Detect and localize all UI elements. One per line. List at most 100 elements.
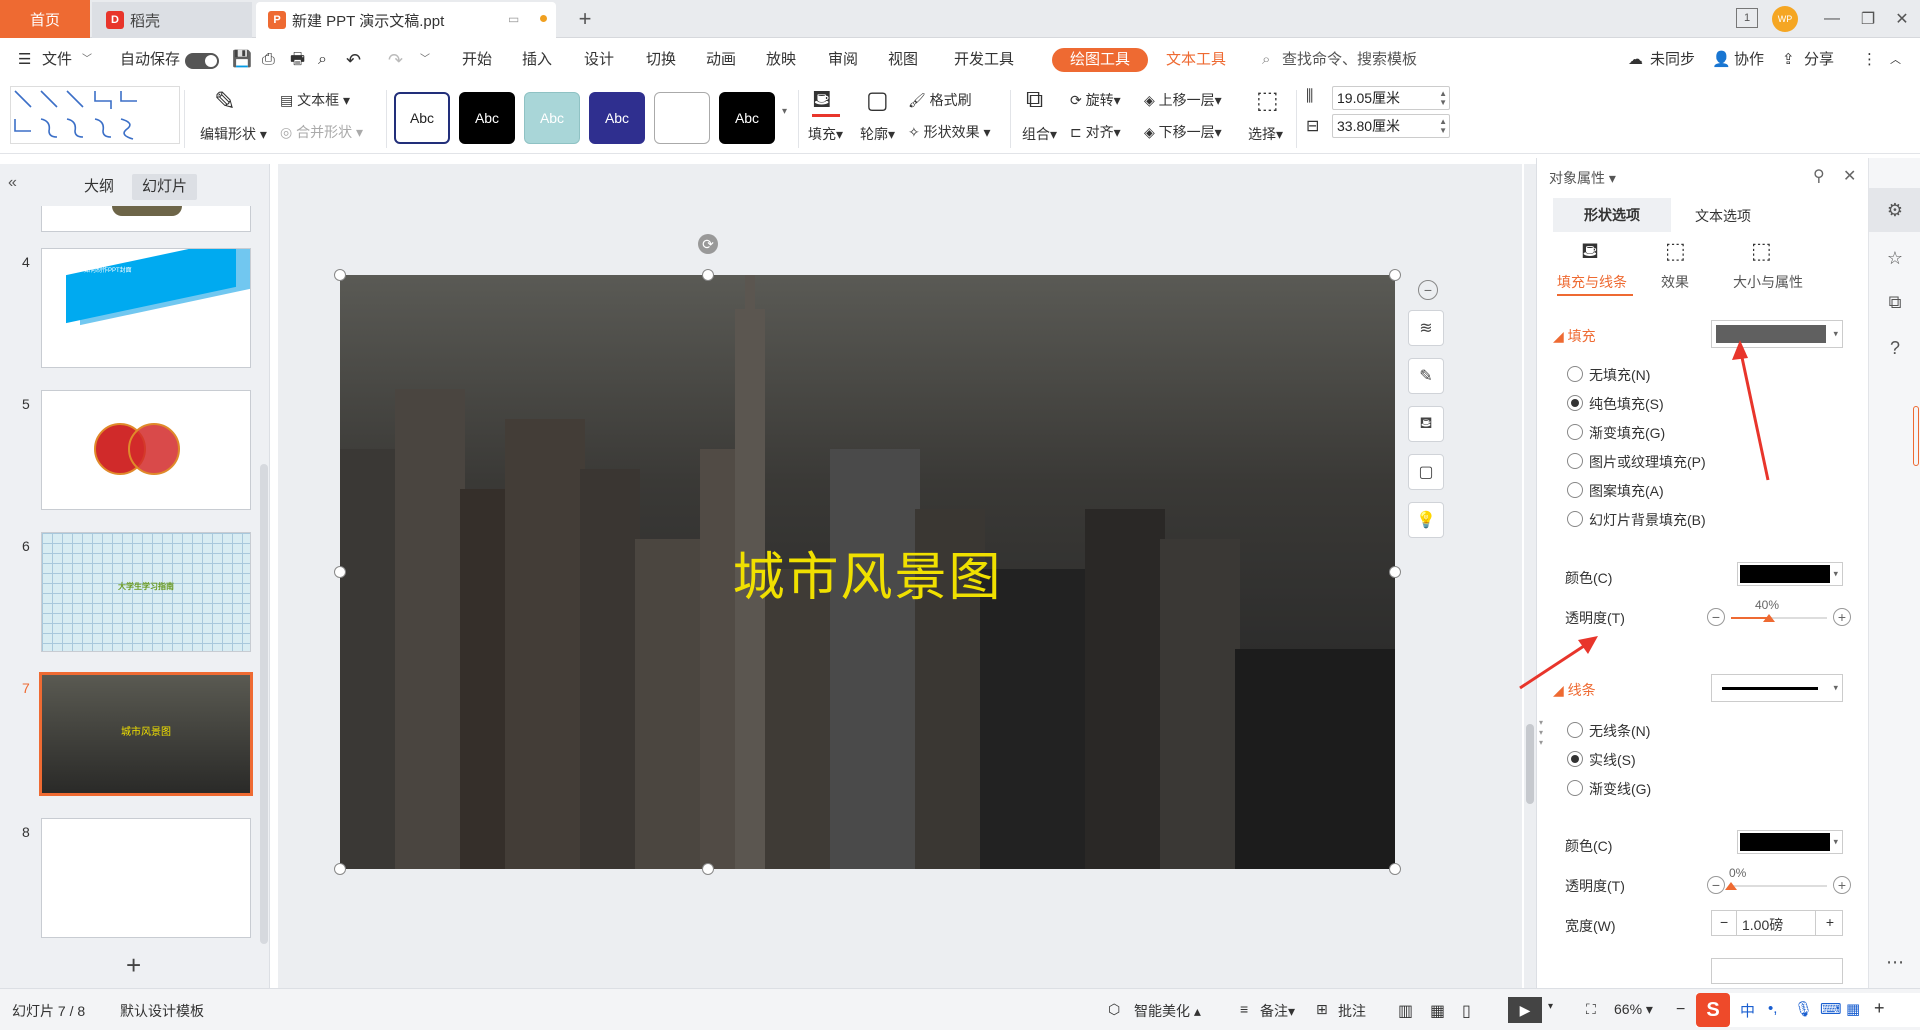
- width-value[interactable]: 1.00磅: [1742, 915, 1783, 935]
- slide-thumb-5[interactable]: [41, 390, 251, 510]
- shape-style-3[interactable]: Abc: [524, 92, 580, 144]
- fill-button[interactable]: 填充▾: [808, 124, 843, 144]
- idea-icon[interactable]: 💡: [1408, 502, 1444, 538]
- line-shapes-icon[interactable]: [11, 87, 171, 143]
- tab-text-options[interactable]: 文本选项: [1695, 206, 1751, 226]
- share-icon[interactable]: ⇪: [1782, 48, 1795, 72]
- fill-icon[interactable]: ⛾: [1408, 406, 1444, 442]
- scroll-thumb[interactable]: [1526, 724, 1534, 804]
- left-scrollbar[interactable]: [260, 464, 268, 944]
- rotate-handle-icon[interactable]: ⟳: [698, 234, 718, 254]
- shape-effect-button[interactable]: ✧ 形状效果 ▾: [908, 122, 991, 142]
- slide-7[interactable]: 城市风景图: [340, 275, 1395, 869]
- subtab-effect[interactable]: 效果: [1661, 272, 1689, 292]
- slide-thumb-3[interactable]: [41, 206, 251, 232]
- fill-bucket-icon[interactable]: ⛾: [812, 86, 832, 116]
- send-backward-button[interactable]: ◈ 下移一层▾: [1144, 122, 1222, 142]
- slide-thumb-7[interactable]: 城市风景图: [39, 672, 253, 796]
- punctuation-icon[interactable]: •,: [1768, 1000, 1777, 1017]
- tab-outline[interactable]: 大纲: [74, 174, 124, 200]
- edit-shape-button[interactable]: 编辑形状 ▾: [200, 124, 267, 144]
- merge-shape-button[interactable]: ◎ 合并形状 ▾: [280, 122, 363, 142]
- comments-button[interactable]: 批注: [1338, 1001, 1366, 1021]
- menu-drawing-tools[interactable]: 绘图工具: [1052, 48, 1149, 72]
- preview-icon[interactable]: ⌕: [318, 48, 327, 72]
- height-input[interactable]: 19.05厘米 ▲ ▼: [1332, 86, 1450, 110]
- microphone-icon[interactable]: 🎙: [1794, 1000, 1813, 1018]
- format-painter-button[interactable]: 🖌 格式刷: [908, 90, 972, 110]
- user-avatar[interactable]: WP: [1772, 6, 1798, 32]
- panel-close-icon[interactable]: ✕: [1843, 166, 1856, 186]
- tab-shape-options[interactable]: 形状选项: [1553, 198, 1671, 232]
- shape-style-2[interactable]: Abc: [459, 92, 515, 144]
- width-increase-icon[interactable]: +: [1826, 914, 1834, 930]
- tab-home[interactable]: 首页: [0, 0, 90, 38]
- resize-handle-se[interactable]: [1389, 863, 1401, 875]
- keyboard-icon[interactable]: ⌨: [1820, 1000, 1842, 1018]
- radio-gradient-line[interactable]: [1567, 780, 1583, 796]
- pen-icon[interactable]: ✎: [1408, 358, 1444, 394]
- hamburger-icon[interactable]: ☰: [18, 48, 31, 72]
- group-button[interactable]: 组合▾: [1022, 124, 1057, 144]
- page-badge-icon[interactable]: 1: [1736, 8, 1758, 28]
- resize-handle-e[interactable]: [1389, 566, 1401, 578]
- slide-thumb-8[interactable]: [41, 818, 251, 938]
- select-button[interactable]: 选择▾: [1248, 124, 1283, 144]
- size-icon[interactable]: ⬚: [1751, 238, 1772, 264]
- save-icon[interactable]: 💾: [232, 48, 252, 72]
- unsync-label[interactable]: 未同步: [1650, 48, 1695, 72]
- collab-icon[interactable]: 👤: [1712, 48, 1731, 72]
- subtab-size[interactable]: 大小与属性: [1733, 272, 1803, 292]
- add-slide-button[interactable]: +: [126, 950, 141, 981]
- resize-handle-ne[interactable]: [1389, 269, 1401, 281]
- line-transparency-decrease-icon[interactable]: −: [1707, 876, 1725, 894]
- shape-style-4[interactable]: Abc: [589, 92, 645, 144]
- rotate-button[interactable]: ⟳ 旋转▾: [1070, 90, 1121, 110]
- fit-window-icon[interactable]: ⛶: [1586, 1001, 1596, 1018]
- outline-icon[interactable]: ▢: [866, 86, 889, 115]
- subtab-fill-line[interactable]: 填充与线条: [1557, 272, 1627, 292]
- resize-handle-s[interactable]: [702, 863, 714, 875]
- cloud-sync-icon[interactable]: ☁: [1628, 48, 1643, 72]
- width-input[interactable]: 33.80厘米 ▲ ▼: [1332, 114, 1450, 138]
- redo-icon[interactable]: ↷: [388, 48, 403, 72]
- beautify-button[interactable]: 智能美化 ▴: [1134, 1001, 1201, 1021]
- restore-icon[interactable]: ❐: [1852, 4, 1884, 34]
- chevron-down-icon[interactable]: ﹀: [82, 48, 92, 72]
- line-transparency-slider[interactable]: [1731, 885, 1827, 887]
- toolbox-icon[interactable]: ▦: [1846, 1000, 1860, 1018]
- shape-style-6[interactable]: Abc: [719, 92, 775, 144]
- radio-solid-line[interactable]: [1567, 751, 1583, 767]
- template-name[interactable]: 默认设计模板: [120, 1001, 204, 1021]
- menu-text-tools[interactable]: 文本工具: [1166, 48, 1226, 72]
- notes-button[interactable]: 备注▾: [1260, 1001, 1295, 1021]
- command-search[interactable]: 查找命令、搜索模板: [1282, 48, 1417, 72]
- panel-scroll-arrows-icon[interactable]: ▾ ▾ ▾: [1539, 718, 1543, 748]
- menu-developer[interactable]: 开发工具: [954, 48, 1014, 72]
- export-icon[interactable]: ⎙: [262, 48, 275, 72]
- slide-title[interactable]: 城市风景图: [340, 275, 1395, 869]
- search-icon[interactable]: ⌕: [1262, 48, 1270, 72]
- group-icon[interactable]: ⧉: [1026, 86, 1043, 114]
- monitor-icon[interactable]: ▭: [508, 12, 519, 26]
- width-stepper[interactable]: − 1.00磅 +: [1711, 910, 1843, 936]
- menu-animation[interactable]: 动画: [706, 48, 736, 72]
- minimize-icon[interactable]: —: [1816, 4, 1848, 34]
- menu-design[interactable]: 设计: [584, 48, 614, 72]
- transparency-increase-icon[interactable]: +: [1833, 608, 1851, 626]
- tab-slides[interactable]: 幻灯片: [132, 174, 198, 200]
- strip-scrollbar[interactable]: [1913, 406, 1919, 466]
- select-icon[interactable]: ⬚: [1256, 86, 1279, 115]
- close-icon[interactable]: ✕: [1886, 4, 1918, 34]
- collab-label[interactable]: 协作: [1734, 48, 1764, 72]
- shape-style-5[interactable]: [654, 92, 710, 144]
- align-button[interactable]: ⊏ 对齐▾: [1070, 122, 1121, 142]
- reading-view-icon[interactable]: ▯: [1462, 1001, 1471, 1021]
- more-chevron-icon[interactable]: ﹀: [420, 48, 430, 72]
- more-vertical-icon[interactable]: ⋮: [1862, 48, 1877, 72]
- zoom-in-icon[interactable]: +: [1874, 998, 1885, 1019]
- zoom-level[interactable]: 66% ▾: [1614, 1001, 1653, 1018]
- play-icon[interactable]: ▶: [1508, 997, 1542, 1023]
- share-label[interactable]: 分享: [1804, 48, 1834, 72]
- star-icon[interactable]: ☆: [1881, 244, 1909, 272]
